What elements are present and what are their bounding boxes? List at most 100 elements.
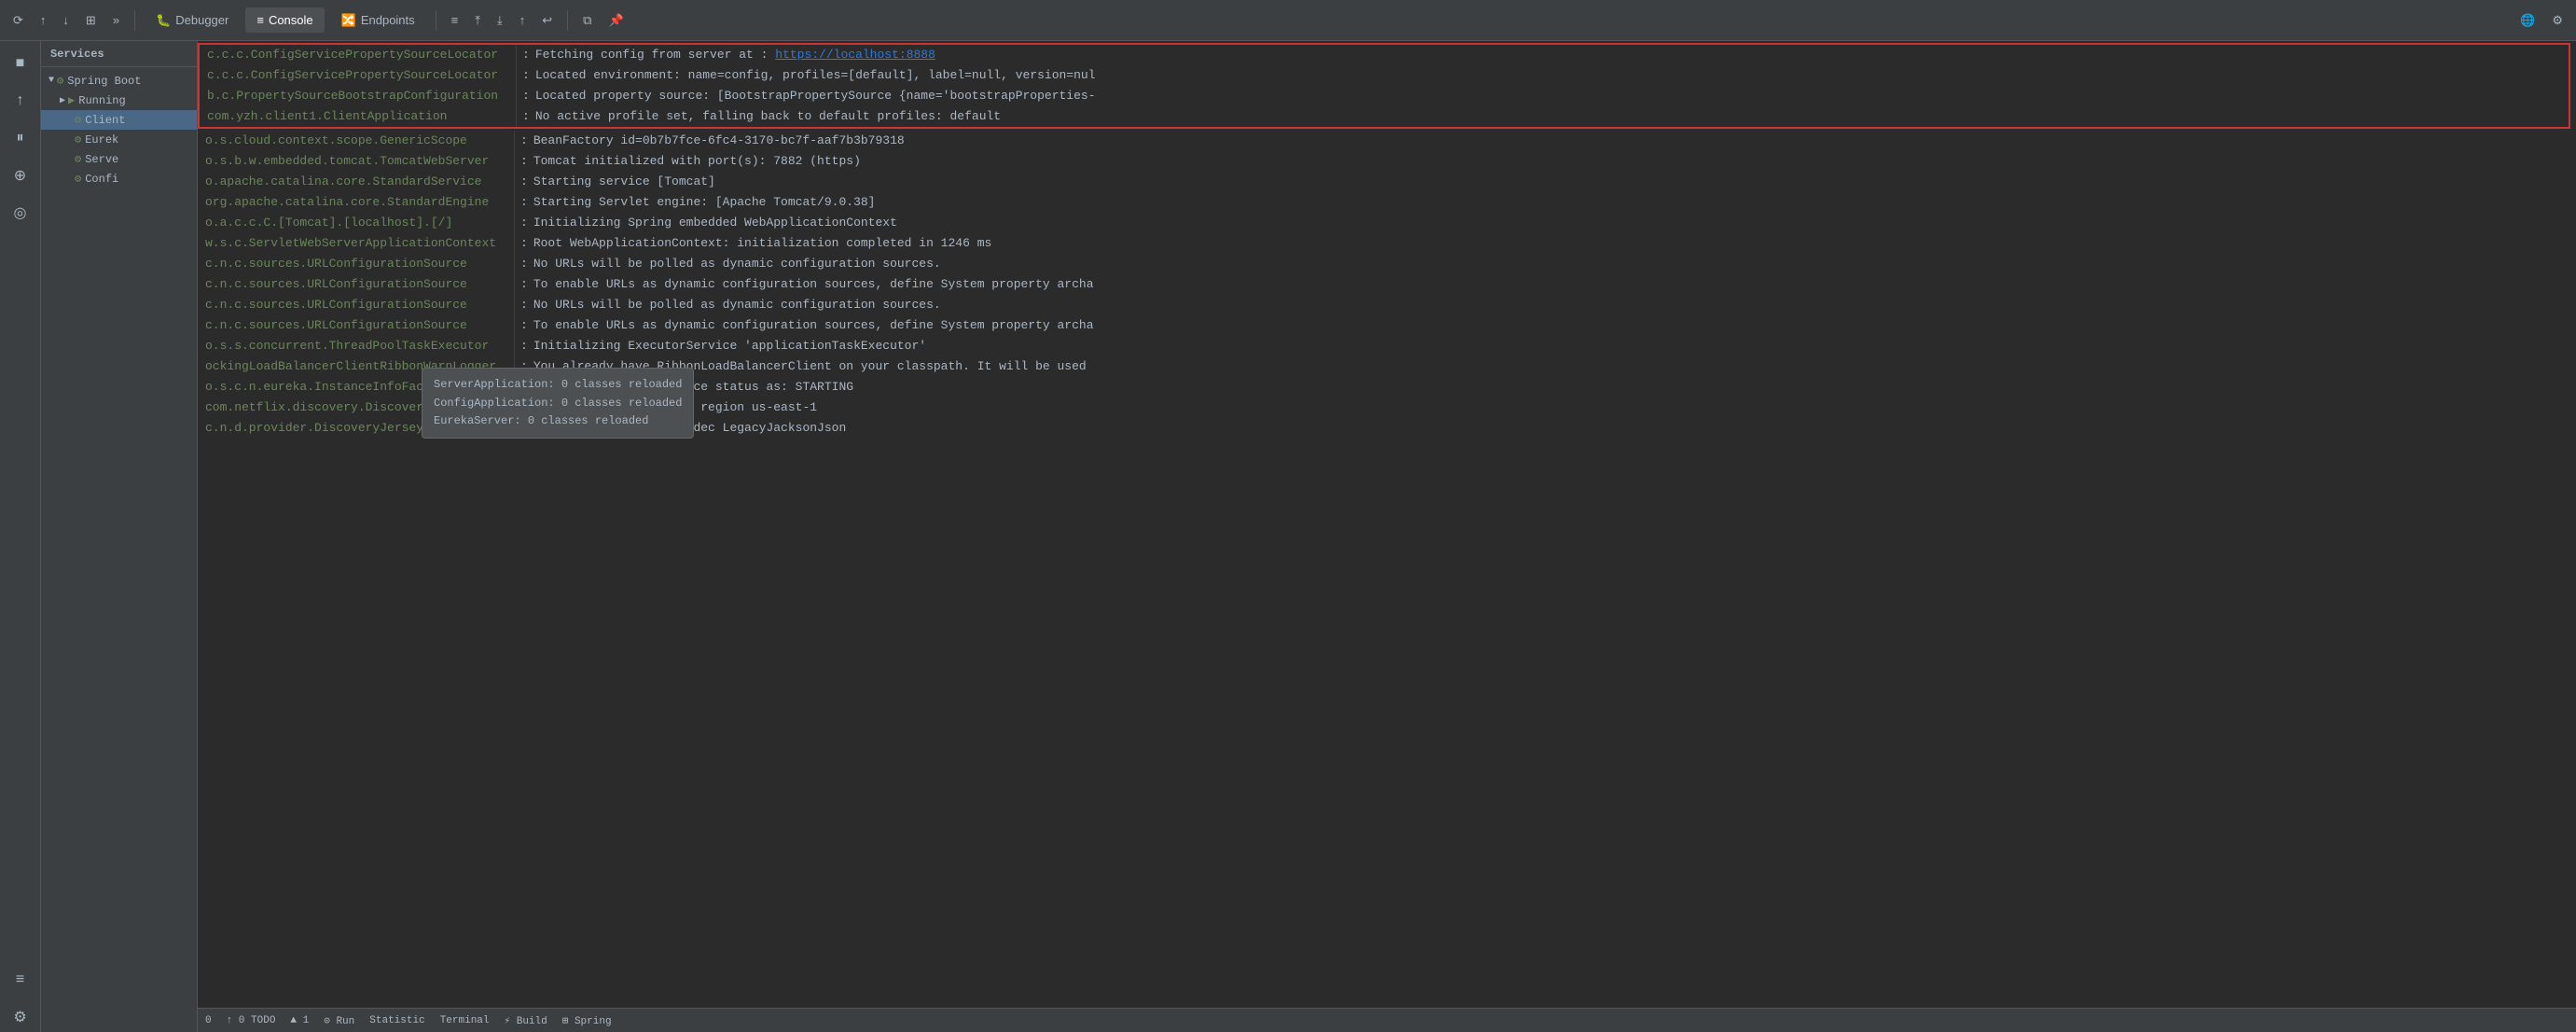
- app-window: ⟳ ↑ ↓ ⊞ » 🐛 Debugger ≡ Console 🔀 Endpoin…: [0, 0, 2576, 1032]
- left-icon-panel: ■ ↑ ⏸ ⊕ ◎ ≡ ⚙: [0, 41, 41, 1032]
- status-item-build[interactable]: ⚡ Build: [505, 1014, 547, 1027]
- log-message: Using JSON encoding codec LegacyJacksonJ…: [533, 418, 2576, 439]
- spring-icon: ⚙: [57, 74, 63, 88]
- tab-debugger[interactable]: 🐛 Debugger: [145, 7, 240, 34]
- status-item-spring[interactable]: ⊞ Spring: [562, 1014, 612, 1027]
- log-source: c.n.c.sources.URLConfigurationSource: [198, 274, 515, 295]
- log-line: c.n.c.sources.URLConfigurationSource : T…: [198, 315, 2576, 336]
- debugger-icon: 🐛: [156, 13, 171, 28]
- list-button[interactable]: ≡: [6, 965, 35, 995]
- log-scroll[interactable]: c.c.c.ConfigServicePropertySourceLocator…: [198, 41, 2576, 1008]
- log-message: Setting initial instance status as: STAR…: [533, 377, 2576, 397]
- eureka-label: Eurek: [85, 133, 118, 146]
- settings-button[interactable]: ⚙: [2546, 9, 2569, 32]
- up-button[interactable]: ↑: [6, 86, 35, 116]
- services-header: Services: [41, 41, 197, 67]
- toolbar-separator-3: [567, 10, 568, 31]
- scroll-up-button[interactable]: ↑: [35, 9, 52, 31]
- camera-button[interactable]: ◎: [6, 198, 35, 228]
- settings2-button[interactable]: ⚙: [6, 1002, 35, 1032]
- sidebar-item-spring-boot[interactable]: ▼ ⚙ Spring Boot: [41, 71, 197, 91]
- log-source: c.n.c.sources.URLConfigurationSource: [198, 254, 515, 274]
- bookmark-button[interactable]: ⊕: [6, 160, 35, 190]
- client-icon: ⚙: [75, 113, 81, 127]
- tab-debugger-label: Debugger: [175, 13, 229, 27]
- scroll-down-button[interactable]: ↓: [57, 9, 75, 31]
- status-item-0: 0: [205, 1015, 212, 1026]
- log-message: BeanFactory id=0b7b7fce-6fc4-3170-bc7f-a…: [533, 131, 2576, 151]
- log-source: c.c.c.ConfigServicePropertySourceLocator: [200, 65, 517, 86]
- config-icon: ⚙: [75, 172, 81, 186]
- step-up-btn[interactable]: ↑: [514, 9, 532, 31]
- server-icon: ⚙: [75, 152, 81, 166]
- download-btn[interactable]: ⤓: [492, 9, 508, 32]
- log-colon: :: [515, 274, 533, 295]
- sidebar-tree: ▼ ⚙ Spring Boot ▶ ▶ Running ⚙ Client ⚙ E…: [41, 67, 197, 1032]
- log-message: No URLs will be polled as dynamic config…: [533, 295, 2576, 315]
- wrap-btn[interactable]: ↩: [536, 9, 558, 32]
- log-line: org.apache.catalina.core.StandardEngine …: [198, 192, 2576, 213]
- log-message: No URLs will be polled as dynamic config…: [533, 254, 2576, 274]
- log-line: com.yzh.client1.ClientApplication : No a…: [200, 106, 2569, 127]
- log-line: c.c.c.ConfigServicePropertySourceLocator…: [200, 65, 2569, 86]
- log-message: Starting service [Tomcat]: [533, 172, 2576, 192]
- stop-button[interactable]: ■: [6, 49, 35, 78]
- copy-btn[interactable]: ⧉: [577, 9, 597, 32]
- log-source: o.s.cloud.context.scope.GenericScope: [198, 131, 515, 151]
- status-item-statistic[interactable]: Statistic: [369, 1015, 424, 1026]
- status-item-run[interactable]: ⊙ Run: [324, 1014, 354, 1027]
- log-colon: :: [515, 151, 533, 172]
- console-icon: ≡: [256, 13, 264, 27]
- more-button[interactable]: »: [107, 9, 125, 31]
- tab-endpoints[interactable]: 🔀 Endpoints: [330, 7, 426, 34]
- sidebar-item-config[interactable]: ⚙ Confi: [41, 169, 197, 188]
- log-line: o.s.cloud.context.scope.GenericScope : B…: [198, 131, 2576, 151]
- status-item-todo[interactable]: ↑ 0 TODO: [227, 1015, 276, 1026]
- pin-btn[interactable]: 📌: [602, 9, 629, 32]
- log-line: c.c.c.ConfigServicePropertySourceLocator…: [200, 45, 2569, 65]
- log-line: c.n.c.sources.URLConfigurationSource : T…: [198, 274, 2576, 295]
- sidebar-item-server[interactable]: ⚙ Serve: [41, 149, 197, 169]
- services-panel: Services ▼ ⚙ Spring Boot ▶ ▶ Running ⚙ C…: [41, 41, 198, 1032]
- sidebar-item-eureka[interactable]: ⚙ Eurek: [41, 130, 197, 149]
- log-colon: :: [515, 131, 533, 151]
- pause-button[interactable]: ⏸: [6, 123, 35, 153]
- log-line: c.n.c.sources.URLConfigurationSource : N…: [198, 254, 2576, 274]
- toolbar: ⟳ ↑ ↓ ⊞ » 🐛 Debugger ≡ Console 🔀 Endpoin…: [0, 0, 2576, 41]
- log-source: c.n.c.sources.URLConfigurationSource: [198, 295, 515, 315]
- spring-boot-label: Spring Boot: [67, 75, 141, 88]
- grid-button[interactable]: ⊞: [80, 9, 102, 32]
- services-title: Services: [50, 48, 104, 61]
- log-colon: :: [517, 106, 535, 127]
- tooltip-line-3: EurekaServer: 0 classes reloaded: [434, 412, 682, 430]
- endpoints-icon: 🔀: [341, 13, 356, 28]
- log-colon: :: [517, 65, 535, 86]
- log-message: Initializing ExecutorService 'applicatio…: [533, 336, 2576, 356]
- globe-button[interactable]: 🌐: [2514, 9, 2541, 32]
- config-server-link[interactable]: https://localhost:8888: [775, 48, 935, 62]
- log-source: o.s.s.concurrent.ThreadPoolTaskExecutor: [198, 336, 515, 356]
- log-message: Located property source: [BootstrapPrope…: [535, 86, 2569, 106]
- log-colon: :: [515, 254, 533, 274]
- upload-btn[interactable]: ⤒: [469, 9, 486, 32]
- log-line: o.s.s.concurrent.ThreadPoolTaskExecutor …: [198, 336, 2576, 356]
- tab-endpoints-label: Endpoints: [361, 13, 415, 27]
- tab-console[interactable]: ≡ Console: [245, 7, 324, 33]
- log-line: o.a.c.c.C.[Tomcat].[localhost].[/] : Ini…: [198, 213, 2576, 233]
- eureka-icon: ⚙: [75, 132, 81, 146]
- content-area: ■ ↑ ⏸ ⊕ ◎ ≡ ⚙ Services ▼ ⚙ Spring Boot ▶: [0, 41, 2576, 1032]
- log-message: Fetching config from server at : https:/…: [535, 45, 2569, 65]
- log-colon: :: [517, 86, 535, 106]
- client-label: Client: [85, 114, 125, 127]
- sidebar-item-running[interactable]: ▶ ▶ Running: [41, 91, 197, 110]
- log-message: No active profile set, falling back to d…: [535, 106, 2569, 127]
- console-main: c.c.c.ConfigServicePropertySourceLocator…: [198, 41, 2576, 1032]
- menu-icon-btn[interactable]: ≡: [446, 9, 464, 31]
- status-item-terminal[interactable]: Terminal: [440, 1015, 490, 1026]
- spring-boot-arrow: ▼: [48, 76, 54, 86]
- rerun-button[interactable]: ⟳: [7, 9, 29, 32]
- log-line: b.c.PropertySourceBootstrapConfiguration…: [200, 86, 2569, 106]
- sidebar-item-client[interactable]: ⚙ Client: [41, 110, 197, 130]
- log-source: o.s.b.w.embedded.tomcat.TomcatWebServer: [198, 151, 515, 172]
- log-colon: :: [515, 336, 533, 356]
